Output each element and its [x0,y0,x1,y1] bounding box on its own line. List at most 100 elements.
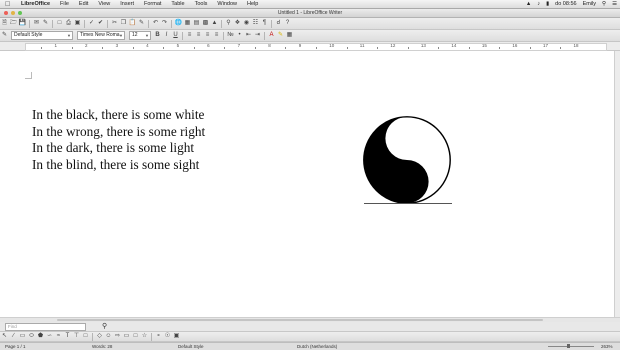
line-icon[interactable]: ∕ [10,333,17,340]
spellcheck-icon[interactable]: ✓ [88,20,95,27]
align-left-icon[interactable]: ≡ [186,32,193,39]
chart-icon[interactable]: ▩ [202,20,209,27]
flowchart-icon[interactable]: ▭ [123,333,130,340]
paragraph-style-select[interactable]: Default Style ▼ [11,31,73,40]
styles-formatting-icon[interactable]: ✎ [1,32,8,39]
document-page[interactable]: In the black, there is some white In the… [0,51,614,317]
menubar-clock[interactable]: do 08:56 [552,0,579,8]
font-size-select[interactable]: 12 ▼ [129,31,151,40]
menu-window[interactable]: Window [212,0,242,8]
ellipse-icon[interactable]: ⬭ [28,333,35,340]
email-icon[interactable]: ✉ [33,20,40,27]
zoom-slider[interactable] [548,346,594,347]
battery-icon[interactable]: ▮ [543,0,552,8]
callout-icon[interactable]: □ [82,333,89,340]
font-name-select[interactable]: Times New Roma ▼ [77,31,125,40]
italic-icon[interactable]: I [163,32,170,39]
table-icon[interactable]: ▦ [184,20,191,27]
extrusion-icon[interactable]: ▣ [173,333,180,340]
undo-icon[interactable]: ↶ [152,20,159,27]
gallery-icon[interactable]: ◉ [243,20,250,27]
horizontal-ruler[interactable]: 1 2 3 4 5 6 7 8 9 10 11 12 13 14 15 16 17 18 [0,42,620,51]
decrease-indent-icon[interactable]: ⇤ [245,32,252,39]
menu-insert[interactable]: Insert [115,0,139,8]
block-arrows-icon[interactable]: ⇨ [114,333,121,340]
menubar-user[interactable]: Emily [580,0,599,8]
find-replace-icon[interactable]: ⚲ [225,20,232,27]
font-color-icon[interactable]: A [268,32,275,39]
volume-icon[interactable]: ♪ [534,0,543,8]
numbering-icon[interactable]: № [227,32,234,39]
image-icon[interactable]: ▤ [193,20,200,27]
increase-indent-icon[interactable]: ⇥ [254,32,261,39]
vertical-text-icon[interactable]: ⊤ [73,333,80,340]
callouts-icon[interactable]: □ [132,333,139,340]
select-arrow-icon[interactable]: ↖ [1,333,8,340]
zoom-icon[interactable]: ☌ [275,20,282,27]
bold-icon[interactable]: B [154,32,161,39]
poem-line[interactable]: In the wrong, there is some right [32,124,205,141]
symbol-shapes-icon[interactable]: ☺ [105,333,112,340]
document-text[interactable]: In the black, there is some white In the… [32,107,205,173]
bullets-icon[interactable]: • [236,32,243,39]
save-icon[interactable]: 💾 [19,20,26,27]
redo-icon[interactable]: ↷ [161,20,168,27]
help-icon[interactable]: ? [284,20,291,27]
formatting-marks-icon[interactable]: ¶ [261,20,268,27]
freeform-icon[interactable]: ≈ [55,333,62,340]
navigator-icon[interactable]: ❖ [234,20,241,27]
autospellcheck-icon[interactable]: ✔ [97,20,104,27]
polygon-icon[interactable]: ⬟ [37,333,44,340]
menu-table[interactable]: Table [166,0,189,8]
edit-file-icon[interactable]: ✎ [42,20,49,27]
align-right-icon[interactable]: ≡ [204,32,211,39]
rectangle-icon[interactable]: ▭ [19,333,26,340]
poem-line[interactable]: In the black, there is some white [32,107,205,124]
find-input[interactable]: Find [5,323,86,331]
justify-icon[interactable]: ≡ [213,32,220,39]
menu-help[interactable]: Help [242,0,263,8]
close-window-button[interactable] [4,11,8,15]
basic-shapes-icon[interactable]: ◇ [96,333,103,340]
text-icon[interactable]: T [64,333,71,340]
background-color-icon[interactable]: ▦ [286,32,293,39]
align-center-icon[interactable]: ≡ [195,32,202,39]
vertical-scrollbar[interactable] [614,51,620,317]
fontwork-icon[interactable]: ☉ [164,333,171,340]
open-folder-icon[interactable]: 🗁 [10,20,17,27]
show-draw-functions-icon[interactable]: ▲ [211,20,218,27]
underline-icon[interactable]: U [172,32,179,39]
notification-list-icon[interactable]: ☰ [609,0,620,8]
menu-format[interactable]: Format [139,0,166,8]
menu-tools[interactable]: Tools [190,0,213,8]
menu-file[interactable]: File [55,0,74,8]
curve-icon[interactable]: ∽ [46,333,53,340]
stars-icon[interactable]: ☆ [141,333,148,340]
poem-line[interactable]: In the dark, there is some light [32,140,205,157]
menu-app-name[interactable]: LibreOffice [16,0,55,8]
print-icon[interactable]: ⎙ [65,20,72,27]
hyperlink-icon[interactable]: 🌐 [175,20,182,27]
poem-line[interactable]: In the blind, there is some sight [32,157,205,174]
print-preview-icon[interactable]: ▣ [74,20,81,27]
highlighting-icon[interactable]: ✎ [277,32,284,39]
wifi-icon[interactable]: ▲ [523,0,534,8]
menu-edit[interactable]: Edit [74,0,93,8]
minimize-window-button[interactable] [11,11,15,15]
clone-formatting-icon[interactable]: ✎ [138,20,145,27]
yin-yang-image[interactable] [362,115,452,205]
scrollbar-thumb[interactable] [57,319,543,321]
paste-icon[interactable]: 📋 [129,20,136,27]
copy-icon[interactable]: ❐ [120,20,127,27]
spotlight-search-icon[interactable]: ⚲ [599,0,609,8]
menu-view[interactable]: View [93,0,115,8]
data-sources-icon[interactable]: ☷ [252,20,259,27]
search-icon[interactable]: ⚲ [102,322,107,331]
zoom-window-button[interactable] [18,11,22,15]
apple-menu-icon[interactable]:  [5,1,12,8]
cut-icon[interactable]: ✂ [111,20,118,27]
points-icon[interactable]: ∘ [155,333,162,340]
zoom-slider-handle[interactable] [567,344,570,348]
new-document-icon[interactable]: 🗎 [1,20,8,27]
export-pdf-icon[interactable]: □ [56,20,63,27]
